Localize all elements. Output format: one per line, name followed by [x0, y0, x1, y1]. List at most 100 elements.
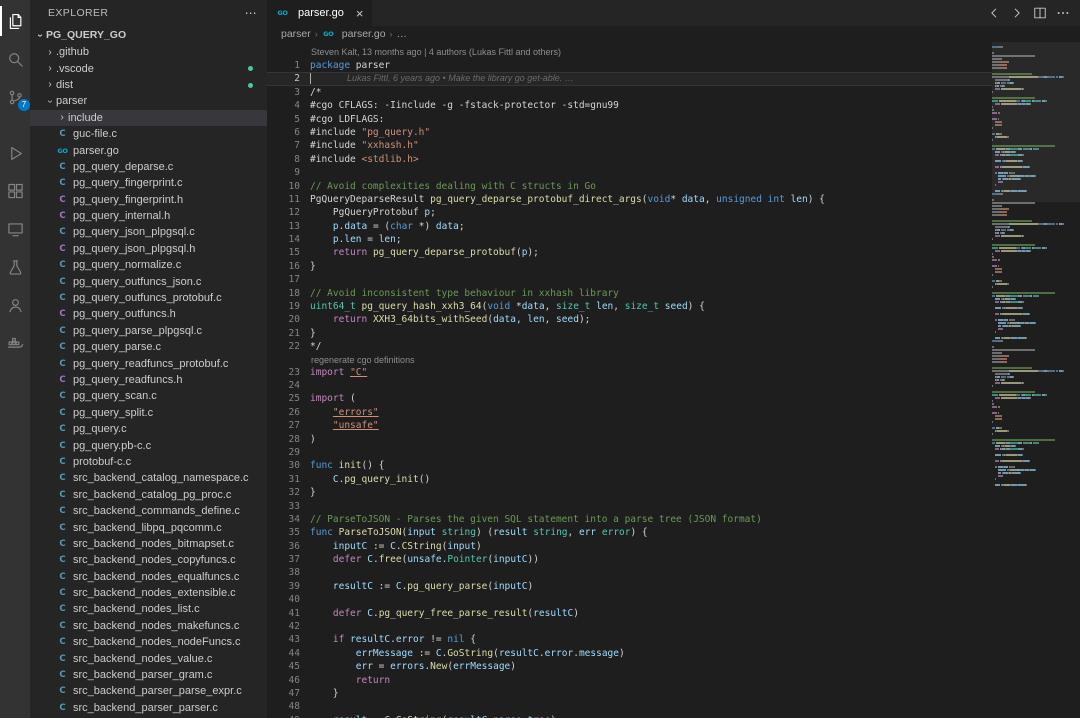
explorer-item-src_backend_parser_gram.c[interactable]: Csrc_backend_parser_gram.c: [30, 667, 267, 683]
explorer-item-include[interactable]: ›include: [30, 110, 267, 126]
code-line-41[interactable]: 41 defer C.pg_query_free_parse_result(re…: [267, 607, 992, 620]
explorer-item-pg_query_parse.c[interactable]: Cpg_query_parse.c: [30, 339, 267, 355]
explorer-item-src_backend_parser_parse_expr.c[interactable]: Csrc_backend_parser_parse_expr.c: [30, 683, 267, 699]
code-line-44[interactable]: 44 errMessage := C.GoString(resultC.erro…: [267, 647, 992, 660]
more-actions-icon[interactable]: [1056, 6, 1070, 20]
code-line-2[interactable]: 2Lukas Fittl, 6 years ago • Make the lib…: [267, 72, 992, 85]
explorer-item-src_backend_nodes_value.c[interactable]: Csrc_backend_nodes_value.c: [30, 650, 267, 666]
explorer-item-parser[interactable]: ›parser: [30, 93, 267, 109]
code-line-24[interactable]: 24: [267, 379, 992, 392]
explorer-item-pg_query_outfuncs_json.c[interactable]: Cpg_query_outfuncs_json.c: [30, 273, 267, 289]
code-line-9[interactable]: 9: [267, 166, 992, 179]
code-line-23[interactable]: 23import "C": [267, 366, 992, 379]
code-line-40[interactable]: 40: [267, 593, 992, 606]
code-line-6[interactable]: 6#include "pg_query.h": [267, 126, 992, 139]
code-line-26[interactable]: 26 "errors": [267, 406, 992, 419]
code-line-13[interactable]: 13 p.data = (char *) data;: [267, 220, 992, 233]
code-line-3[interactable]: 3/*: [267, 86, 992, 99]
code-line-15[interactable]: 15 return pg_query_deparse_protobuf(p);: [267, 246, 992, 259]
code-line-19[interactable]: 19uint64_t pg_query_hash_xxh3_64(void *d…: [267, 300, 992, 313]
account-icon[interactable]: [0, 290, 30, 320]
code-editor[interactable]: Steven Kalt, 13 months ago | 4 authors (…: [267, 42, 992, 718]
explorer-item-src_backend_nodes_copyfuncs.c[interactable]: Csrc_backend_nodes_copyfuncs.c: [30, 552, 267, 568]
code-line-34[interactable]: 34// ParseToJSON - Parses the given SQL …: [267, 513, 992, 526]
breadcrumb-item-…[interactable]: …: [397, 28, 408, 40]
explorer-item-pg_query_readfuncs.h[interactable]: Cpg_query_readfuncs.h: [30, 372, 267, 388]
code-line-32[interactable]: 32}: [267, 486, 992, 499]
explorer-item-pg_query_json_plpgsql.c[interactable]: Cpg_query_json_plpgsql.c: [30, 224, 267, 240]
code-line-27[interactable]: 27 "unsafe": [267, 419, 992, 432]
code-line-29[interactable]: 29: [267, 446, 992, 459]
explorer-item-pg_query_split.c[interactable]: Cpg_query_split.c: [30, 405, 267, 421]
explorer-item-pg_query_outfuncs_protobuf.c[interactable]: Cpg_query_outfuncs_protobuf.c: [30, 290, 267, 306]
explorer-item-pg_query_outfuncs.h[interactable]: Cpg_query_outfuncs.h: [30, 306, 267, 322]
explorer-item-src_backend_nodes_equalfuncs.c[interactable]: Csrc_backend_nodes_equalfuncs.c: [30, 569, 267, 585]
code-line-8[interactable]: 8#include <stdlib.h>: [267, 153, 992, 166]
extensions-icon[interactable]: [0, 176, 30, 206]
explorer-item-pg_query_json_plpgsql.h[interactable]: Cpg_query_json_plpgsql.h: [30, 241, 267, 257]
code-line-21[interactable]: 21}: [267, 327, 992, 340]
source-control-icon[interactable]: 7: [0, 82, 30, 112]
run-debug-icon[interactable]: [0, 138, 30, 168]
code-line-42[interactable]: 42: [267, 620, 992, 633]
explorer-item-pg_query.c[interactable]: Cpg_query.c: [30, 421, 267, 437]
code-line-11[interactable]: 11PgQueryDeparseResult pg_query_deparse_…: [267, 193, 992, 206]
explorer-item-src_backend_parser_parser.c[interactable]: Csrc_backend_parser_parser.c: [30, 700, 267, 716]
navigate-forward-icon[interactable]: [1010, 6, 1024, 20]
breadcrumb-item-parser.go[interactable]: GOparser.go: [322, 28, 386, 40]
code-line-28[interactable]: 28): [267, 433, 992, 446]
explorer-item-src_backend_nodes_nodeFuncs.c[interactable]: Csrc_backend_nodes_nodeFuncs.c: [30, 634, 267, 650]
split-editor-icon[interactable]: [1033, 6, 1047, 20]
explorer-item-pg_query_readfuncs_protobuf.c[interactable]: Cpg_query_readfuncs_protobuf.c: [30, 355, 267, 371]
explorer-item-src_backend_nodes_list.c[interactable]: Csrc_backend_nodes_list.c: [30, 601, 267, 617]
explorer-item-pg_query_fingerprint.c[interactable]: Cpg_query_fingerprint.c: [30, 175, 267, 191]
explorer-item-src_backend_nodes_makefuncs.c[interactable]: Csrc_backend_nodes_makefuncs.c: [30, 618, 267, 634]
test-beaker-icon[interactable]: [0, 252, 30, 282]
explorer-item-guc-file.c[interactable]: Cguc-file.c: [30, 126, 267, 142]
explorer-item-src_backend_libpq_pqcomm.c[interactable]: Csrc_backend_libpq_pqcomm.c: [30, 519, 267, 535]
breadcrumb-item-parser[interactable]: parser: [281, 28, 311, 40]
code-line-10[interactable]: 10// Avoid complexities dealing with C s…: [267, 180, 992, 193]
explorer-root-folder[interactable]: › PG_QUERY_GO: [30, 26, 267, 44]
code-line-17[interactable]: 17: [267, 273, 992, 286]
search-icon[interactable]: [0, 44, 30, 74]
explorer-item-pg_query_fingerprint.h[interactable]: Cpg_query_fingerprint.h: [30, 192, 267, 208]
explorer-item-pg_query_deparse.c[interactable]: Cpg_query_deparse.c: [30, 159, 267, 175]
code-line-20[interactable]: 20 return XXH3_64bits_withSeed(data, len…: [267, 313, 992, 326]
explorer-item-protobuf-c.c[interactable]: Cprotobuf-c.c: [30, 454, 267, 470]
explorer-item-src_backend_commands_define.c[interactable]: Csrc_backend_commands_define.c: [30, 503, 267, 519]
code-line-47[interactable]: 47 }: [267, 687, 992, 700]
code-line-43[interactable]: 43 if resultC.error != nil {: [267, 633, 992, 646]
explorer-item-pg_query_parse_plpgsql.c[interactable]: Cpg_query_parse_plpgsql.c: [30, 323, 267, 339]
code-line-35[interactable]: 35func ParseToJSON(input string) (result…: [267, 526, 992, 539]
code-line-14[interactable]: 14 p.len = len;: [267, 233, 992, 246]
code-line-31[interactable]: 31 C.pg_query_init(): [267, 473, 992, 486]
code-line-37[interactable]: 37 defer C.free(unsafe.Pointer(inputC)): [267, 553, 992, 566]
code-line-12[interactable]: 12 PgQueryProtobuf p;: [267, 206, 992, 219]
tab-parser-go[interactable]: GO parser.go ×: [267, 0, 372, 26]
code-line-25[interactable]: 25import (: [267, 392, 992, 405]
explorer-item-parser.go[interactable]: GOparser.go: [30, 142, 267, 158]
explorer-item-src_backend_catalog_namespace.c[interactable]: Csrc_backend_catalog_namespace.c: [30, 470, 267, 486]
code-line-48[interactable]: 48: [267, 700, 992, 713]
codelens-regenerate-cgo[interactable]: regenerate cgo definitions: [267, 354, 992, 366]
code-line-38[interactable]: 38: [267, 566, 992, 579]
code-line-30[interactable]: 30func init() {: [267, 459, 992, 472]
explorer-item-pg_query_normalize.c[interactable]: Cpg_query_normalize.c: [30, 257, 267, 273]
explorer-item-src_backend_catalog_pg_proc.c[interactable]: Csrc_backend_catalog_pg_proc.c: [30, 487, 267, 503]
code-line-16[interactable]: 16}: [267, 260, 992, 273]
explorer-item-src_backend_nodes_extensible.c[interactable]: Csrc_backend_nodes_extensible.c: [30, 585, 267, 601]
code-line-33[interactable]: 33: [267, 500, 992, 513]
explorer-item-src_backend_nodes_bitmapset.c[interactable]: Csrc_backend_nodes_bitmapset.c: [30, 536, 267, 552]
navigate-back-icon[interactable]: [987, 6, 1001, 20]
code-line-4[interactable]: 4#cgo CFLAGS: -Iinclude -g -fstack-prote…: [267, 99, 992, 112]
code-line-18[interactable]: 18// Avoid inconsistent type behaviour i…: [267, 287, 992, 300]
code-line-49[interactable]: 49 result = C.GoString(resultC.parse_tre…: [267, 714, 992, 718]
minimap[interactable]: [992, 42, 1080, 718]
explorer-item-.vscode[interactable]: ›.vscode: [30, 60, 267, 76]
codelens-blame-authors[interactable]: Steven Kalt, 13 months ago | 4 authors (…: [267, 46, 992, 59]
code-line-46[interactable]: 46 return: [267, 674, 992, 687]
explorer-icon[interactable]: [0, 6, 30, 36]
code-line-36[interactable]: 36 inputC := C.CString(input): [267, 540, 992, 553]
more-actions-icon[interactable]: ⋯: [245, 6, 257, 20]
